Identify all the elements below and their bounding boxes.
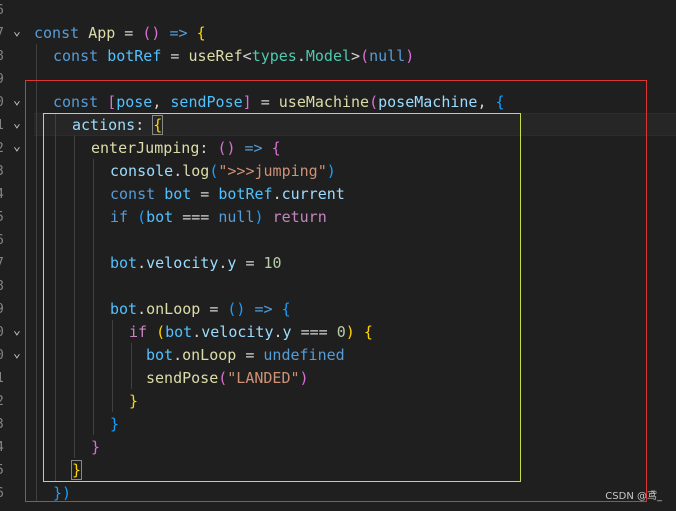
operator-token: . xyxy=(296,47,306,65)
line-number: 8 xyxy=(0,275,6,298)
code-line-1[interactable]: const App = () => { xyxy=(34,22,206,45)
operator-token: = xyxy=(161,47,189,65)
bracket-token: { xyxy=(196,24,206,42)
line-number: 3 xyxy=(0,160,6,183)
type-token: types xyxy=(251,47,297,65)
line-number: 9 xyxy=(0,298,6,321)
type-token: Model xyxy=(305,47,352,65)
code-line-2[interactable]: const botRef = useRef<types.Model>(null) xyxy=(53,45,414,68)
line-number: 9 xyxy=(0,68,6,91)
line-number: 6 xyxy=(0,482,6,505)
bracket-token: ( xyxy=(360,47,370,65)
line-number: 0 xyxy=(0,91,6,114)
line-number: 3 xyxy=(0,413,6,436)
bracket-token: () xyxy=(142,24,161,42)
line-number: 0 xyxy=(0,321,6,344)
line-number: 1 xyxy=(0,367,6,390)
line-number: 7 xyxy=(0,22,6,45)
line-number: 4 xyxy=(0,183,6,206)
operator-token: < xyxy=(242,47,252,65)
keyword-token: const xyxy=(53,47,99,65)
fold-chevron-icon[interactable]: ⌄ xyxy=(13,20,27,43)
line-number: 4 xyxy=(0,436,6,459)
line-number: 2 xyxy=(0,137,6,160)
line-number: 2 xyxy=(0,390,6,413)
watermark: CSDN @鸢_ xyxy=(605,491,662,502)
keyword-token: null xyxy=(369,47,406,65)
line-number: 8 xyxy=(0,45,6,68)
function-token: useRef xyxy=(188,47,243,65)
line-number: 1 xyxy=(0,114,6,137)
line-number: 7 xyxy=(0,252,6,275)
line-number: 5 xyxy=(0,459,6,482)
bracket-token: ) xyxy=(405,47,415,65)
keyword-token: const xyxy=(34,24,80,42)
operator-token: > xyxy=(351,47,361,65)
line-number: 6 xyxy=(0,0,6,22)
yellow-highlight-box xyxy=(43,113,521,482)
identifier-token: botRef xyxy=(107,47,162,65)
line-number: 0 xyxy=(0,344,6,367)
operator-token: = xyxy=(115,24,143,42)
line-number: 6 xyxy=(0,229,6,252)
line-number: 5 xyxy=(0,206,6,229)
identifier-token: App xyxy=(88,24,116,42)
arrow-token: => xyxy=(160,24,197,42)
code-editor[interactable]: 67⌄890⌄1⌄2⌄34567890⌄0⌄123456 const App =… xyxy=(0,0,676,511)
